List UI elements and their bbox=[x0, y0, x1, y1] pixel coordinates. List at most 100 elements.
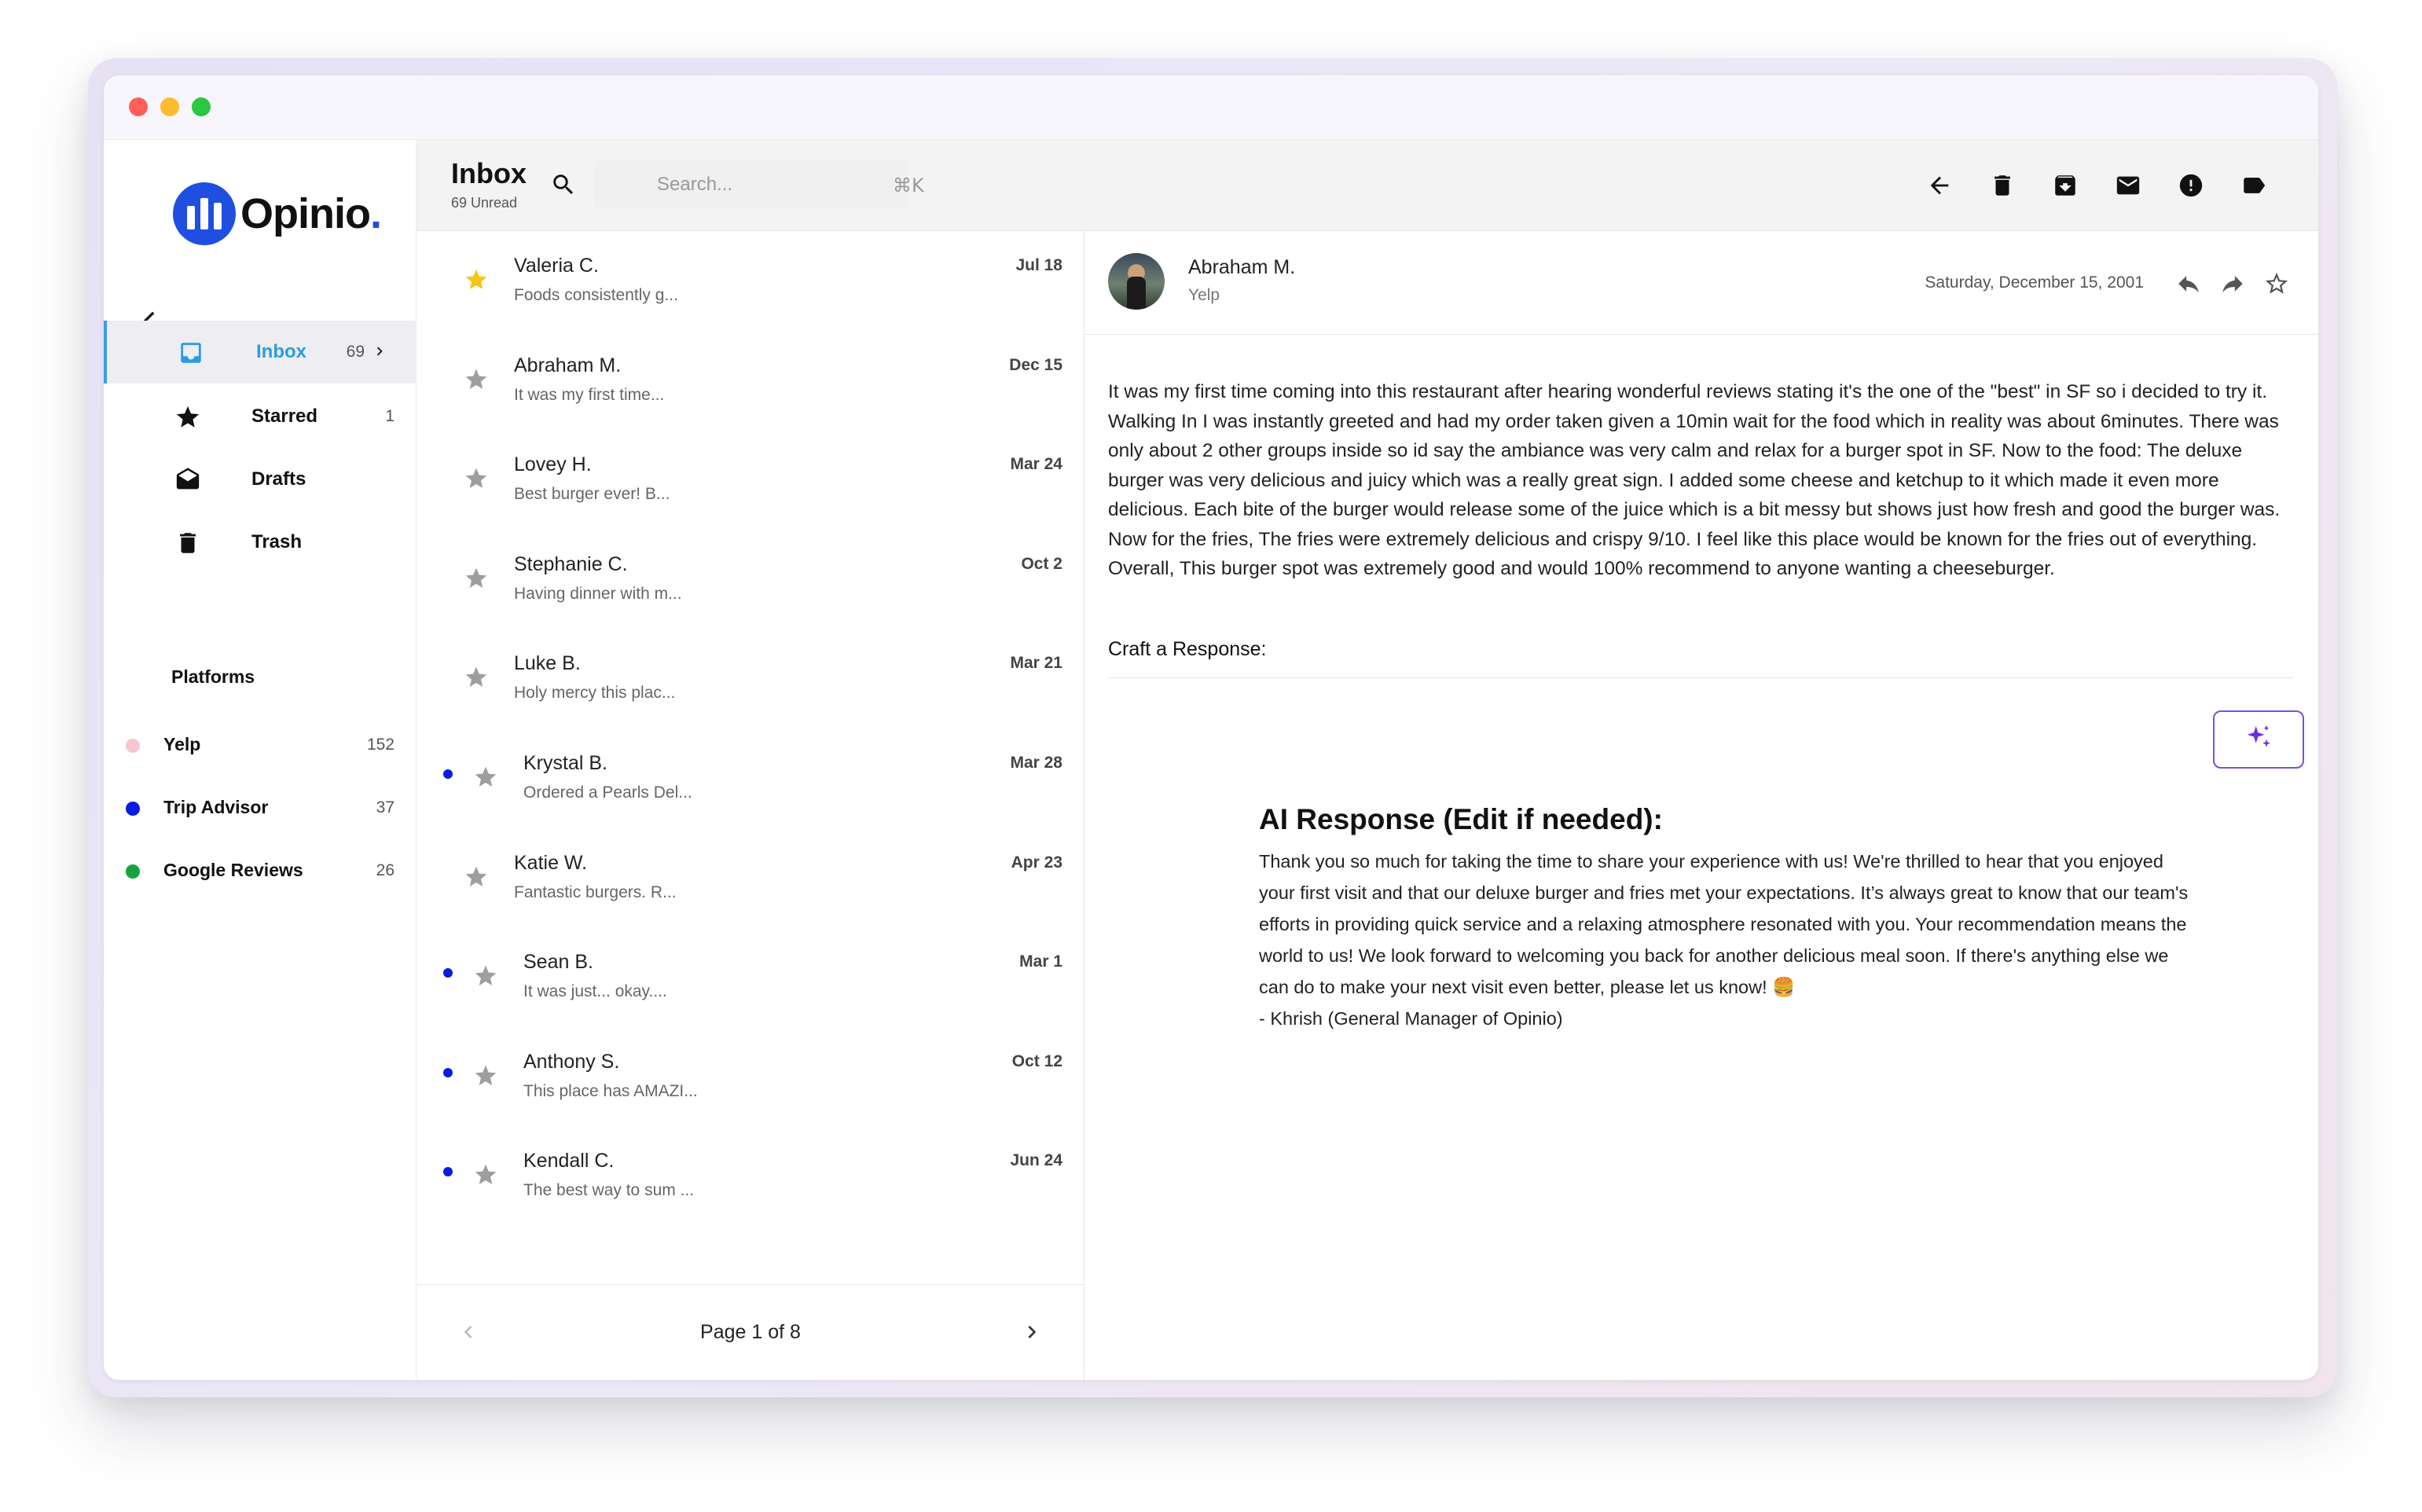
star-icon[interactable] bbox=[473, 1162, 498, 1187]
logo-mark bbox=[173, 182, 236, 245]
email-list-item[interactable]: Valeria C. Foods consistently g... Jul 18 bbox=[417, 231, 1084, 329]
unread-indicator bbox=[443, 968, 453, 978]
star-icon[interactable] bbox=[464, 267, 489, 292]
ai-response-signature: - Khrish (General Manager of Opinio) bbox=[1259, 1008, 1563, 1029]
search-input[interactable] bbox=[657, 160, 893, 209]
craft-response-label: Craft a Response: bbox=[1108, 638, 1267, 660]
email-list-item[interactable]: Sean B. It was just... okay.... Mar 1 bbox=[417, 927, 1084, 1026]
email-date: Dec 15 bbox=[1009, 355, 1062, 374]
star-icon[interactable] bbox=[464, 367, 489, 392]
sidebar-item-label: Trash bbox=[251, 531, 303, 552]
email-list-item[interactable]: Kendall C. The best way to sum ... Jun 24 bbox=[417, 1126, 1084, 1224]
star-icon[interactable] bbox=[464, 864, 489, 890]
star-icon[interactable] bbox=[464, 466, 489, 491]
email-sender: Luke B. bbox=[514, 652, 581, 675]
sidebar-item-inbox[interactable]: Inbox 69 bbox=[104, 321, 417, 384]
trash-icon[interactable] bbox=[1985, 168, 2020, 203]
reading-pane: Abraham M. Yelp Saturday, December 15, 2… bbox=[1084, 231, 2318, 1380]
envelope-open-icon bbox=[174, 467, 201, 494]
platforms-heading: Platforms bbox=[171, 666, 255, 687]
email-preview: Having dinner with m... bbox=[514, 584, 682, 603]
message-sender: Abraham M. bbox=[1188, 256, 1296, 278]
email-preview: Best burger ever! B... bbox=[514, 485, 670, 504]
chevron-right-icon[interactable] bbox=[1019, 1319, 1044, 1345]
email-date: Apr 23 bbox=[1011, 853, 1062, 872]
platform-color-dot bbox=[126, 864, 140, 879]
sidebar-item-trash[interactable]: Trash bbox=[104, 511, 417, 574]
email-list-item[interactable]: Lovey H. Best burger ever! B... Mar 24 bbox=[417, 430, 1084, 528]
star-icon[interactable] bbox=[473, 1063, 498, 1088]
email-list-item[interactable]: Katie W. Fantastic burgers. R... Apr 23 bbox=[417, 828, 1084, 927]
email-list-item[interactable]: Stephanie C. Having dinner with m... Oct 2 bbox=[417, 530, 1084, 628]
review-body: It was my first time coming into this re… bbox=[1108, 381, 2281, 579]
logo: Opinio. bbox=[173, 182, 382, 245]
logo-text: Opinio. bbox=[240, 190, 382, 237]
close-window-button[interactable] bbox=[129, 97, 148, 116]
sidebar-item-starred[interactable]: Starred 1 bbox=[104, 385, 417, 448]
star-icon[interactable] bbox=[464, 665, 489, 690]
maximize-window-button[interactable] bbox=[192, 97, 211, 116]
search-shortcut-hint: ⌘K bbox=[893, 174, 924, 196]
platform-item-trip-advisor[interactable]: Trip Advisor 37 bbox=[104, 784, 417, 831]
forward-icon[interactable] bbox=[2219, 270, 2246, 297]
sidebar-item-label: Drafts bbox=[251, 468, 306, 490]
inbox-icon bbox=[178, 339, 204, 366]
page-indicator: Page 1 of 8 bbox=[700, 1321, 801, 1343]
star-outline-icon[interactable] bbox=[2263, 270, 2290, 297]
divider bbox=[1108, 677, 2293, 678]
unread-indicator bbox=[443, 1067, 453, 1077]
toolbar bbox=[1894, 168, 2271, 203]
email-list-item[interactable]: Krystal B. Ordered a Pearls Del... Mar 28 bbox=[417, 728, 1084, 827]
email-date: Jul 18 bbox=[1015, 256, 1062, 274]
ai-response-editor[interactable]: Thank you so much for taking the time to… bbox=[1259, 846, 2202, 1034]
email-preview: It was just... okay.... bbox=[523, 982, 667, 1001]
sidebar: Opinio. Inbox 69 Starred 1 Drafts Trash … bbox=[104, 140, 417, 1380]
message-actions bbox=[2158, 270, 2290, 297]
generate-ai-response-button[interactable] bbox=[2213, 710, 2304, 769]
platform-count: 152 bbox=[366, 736, 394, 754]
platform-color-dot bbox=[126, 802, 140, 816]
title-bar bbox=[104, 75, 2318, 140]
search-icon[interactable] bbox=[550, 171, 577, 198]
star-icon[interactable] bbox=[473, 765, 498, 790]
email-date: Mar 21 bbox=[1010, 654, 1062, 673]
platform-item-yelp[interactable]: Yelp 152 bbox=[104, 721, 417, 769]
email-sender: Krystal B. bbox=[523, 752, 607, 774]
email-date: Mar 24 bbox=[1010, 455, 1062, 474]
email-date: Oct 12 bbox=[1011, 1051, 1062, 1070]
email-list-item[interactable]: Luke B. Holy mercy this plac... Mar 21 bbox=[417, 629, 1084, 727]
sidebar-item-label: Starred bbox=[251, 406, 318, 427]
archive-icon[interactable] bbox=[2048, 168, 2083, 203]
email-sender: Lovey H. bbox=[514, 453, 592, 476]
pagination: Page 1 of 8 bbox=[417, 1284, 1084, 1380]
email-date: Mar 28 bbox=[1010, 754, 1062, 772]
email-list-item[interactable]: Abraham M. It was my first time... Dec 15 bbox=[417, 331, 1084, 429]
ai-response-title: AI Response (Edit if needed): bbox=[1259, 803, 1663, 835]
reply-icon[interactable] bbox=[2175, 270, 2202, 297]
email-preview: Ordered a Pearls Del... bbox=[523, 784, 692, 802]
email-sender: Kendall C. bbox=[523, 1150, 615, 1173]
unread-indicator bbox=[443, 1167, 453, 1177]
platform-item-google-reviews[interactable]: Google Reviews 26 bbox=[104, 847, 417, 894]
report-icon[interactable] bbox=[2174, 168, 2208, 203]
back-arrow-icon[interactable] bbox=[1922, 168, 1957, 203]
email-preview: Holy mercy this plac... bbox=[514, 684, 676, 703]
trash-icon bbox=[174, 530, 201, 556]
chevron-right-icon bbox=[371, 343, 388, 360]
label-icon[interactable] bbox=[2237, 168, 2271, 203]
star-icon[interactable] bbox=[473, 963, 498, 989]
sidebar-item-label: Inbox bbox=[256, 341, 306, 362]
email-preview: The best way to sum ... bbox=[523, 1181, 695, 1200]
star-icon[interactable] bbox=[464, 566, 489, 591]
email-list: Valeria C. Foods consistently g... Jul 18 A… bbox=[417, 231, 1084, 1284]
unread-indicator bbox=[443, 769, 453, 779]
sidebar-item-drafts[interactable]: Drafts bbox=[104, 448, 417, 511]
minimize-window-button[interactable] bbox=[160, 97, 179, 116]
email-list-item[interactable]: Anthony S. This place has AMAZI... Oct 12 bbox=[417, 1027, 1084, 1125]
platform-count: 37 bbox=[376, 798, 394, 817]
email-date: Jun 24 bbox=[1010, 1151, 1062, 1170]
search-box: ⌘K bbox=[594, 160, 924, 209]
mail-icon[interactable] bbox=[2111, 168, 2145, 203]
email-preview: This place has AMAZI... bbox=[523, 1081, 698, 1100]
message-platform: Yelp bbox=[1188, 286, 1220, 304]
